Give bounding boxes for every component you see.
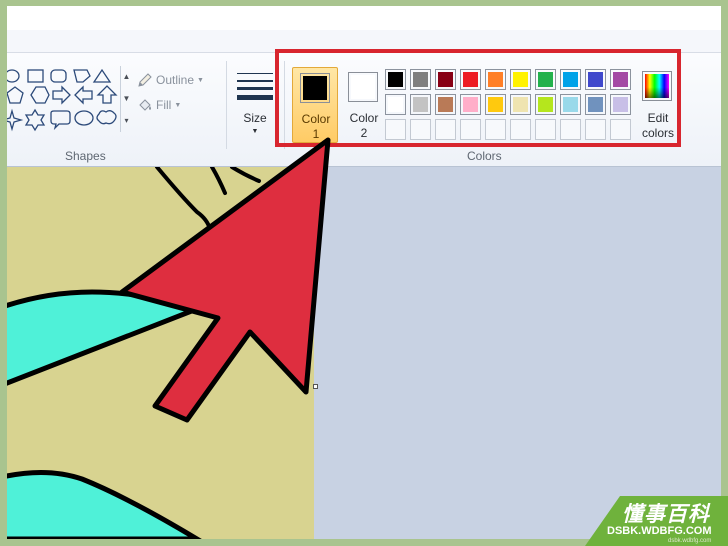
oval-shape-icon bbox=[7, 69, 20, 83]
title-bar bbox=[7, 6, 721, 30]
rectangle-shape-icon bbox=[27, 69, 44, 83]
shapes-gallery[interactable] bbox=[7, 66, 120, 132]
watermark-chinese: 懂事百科 bbox=[622, 503, 710, 526]
four-point-star-shape-icon bbox=[7, 108, 24, 132]
watermark-domain: DSBK.WDBFG.COM bbox=[607, 525, 712, 537]
rounded-callout-shape-icon bbox=[50, 110, 71, 131]
shapes-gallery-icons bbox=[7, 68, 118, 132]
polygon-shape-icon bbox=[73, 69, 91, 83]
colors-highlight-box bbox=[275, 49, 681, 147]
outline-dropdown-icon: ▼ bbox=[197, 76, 204, 84]
size-label: Size bbox=[243, 111, 267, 125]
rounded-rectangle-shape-icon bbox=[50, 69, 67, 83]
ribbon-separator bbox=[226, 61, 227, 149]
outline-label: Outline bbox=[156, 73, 195, 87]
left-arrow-shape-icon bbox=[74, 85, 93, 105]
gallery-scroll-up-icon[interactable]: ▲ bbox=[121, 66, 132, 88]
gallery-scroll-down-icon[interactable]: ▼ bbox=[121, 88, 132, 110]
fill-dropdown-icon: ▼ bbox=[174, 101, 182, 109]
colors-group-label: Colors bbox=[467, 149, 502, 163]
oval-callout-shape-icon bbox=[74, 110, 94, 126]
shapes-group-label: Shapes bbox=[65, 149, 106, 163]
fill-label: Fill bbox=[156, 98, 172, 112]
triangle-shape-icon bbox=[92, 68, 112, 83]
fill-button[interactable]: Fill ▼ bbox=[137, 95, 181, 115]
pentagon-shape-icon bbox=[7, 86, 24, 104]
hexagon-shape-icon bbox=[30, 86, 50, 104]
outline-button[interactable]: Outline ▼ bbox=[137, 70, 204, 90]
canvas-drawing bbox=[7, 167, 261, 539]
up-arrow-shape-icon bbox=[96, 85, 118, 104]
size-button[interactable]: Size ▼ bbox=[231, 67, 279, 143]
right-arrow-shape-icon bbox=[52, 85, 71, 105]
six-point-star-shape-icon bbox=[24, 108, 46, 132]
canvas-resize-handle[interactable] bbox=[313, 384, 318, 389]
gallery-expand-icon[interactable]: ▾ bbox=[121, 110, 132, 132]
fill-bucket-icon bbox=[139, 99, 151, 111]
shapes-gallery-scroll[interactable]: ▲ ▼ ▾ bbox=[120, 66, 132, 132]
cloud-callout-shape-icon bbox=[96, 110, 117, 125]
drawing-canvas[interactable] bbox=[7, 167, 314, 539]
size-dropdown-icon: ▼ bbox=[251, 128, 259, 135]
outline-pencil-icon bbox=[138, 73, 152, 87]
watermark-small: dsbk.wdbfg.com bbox=[668, 538, 712, 544]
